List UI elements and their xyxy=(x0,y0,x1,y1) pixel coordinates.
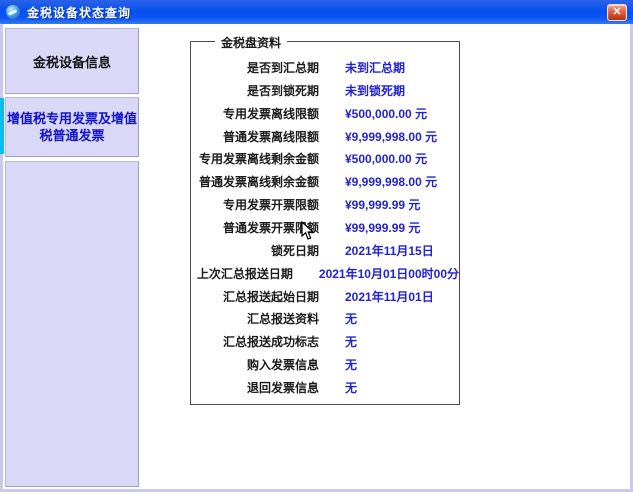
table-row: 专用发票离线限额 ¥500,000.00 元 xyxy=(191,102,459,125)
sidebar-item-device-info[interactable]: 金税设备信息 xyxy=(5,28,139,94)
table-row: 普通发票离线剩余金额 ¥9,999,998.00 元 xyxy=(191,170,459,193)
field-label: 普通发票离线限额 xyxy=(191,128,319,145)
sidebar-item-label: 增值税专用发票及增值税普通发票 xyxy=(7,110,137,144)
field-label: 专用发票开票限额 xyxy=(191,196,319,213)
field-value: 未到汇总期 xyxy=(345,59,405,76)
table-row: 汇总报送成功标志 无 xyxy=(191,330,459,353)
table-row: 退回发票信息 无 xyxy=(191,376,459,399)
field-label: 锁死日期 xyxy=(191,242,319,259)
table-row: 汇总报送资料 无 xyxy=(191,307,459,330)
field-label: 是否到汇总期 xyxy=(191,59,319,76)
field-value: ¥500,000.00 元 xyxy=(345,105,427,122)
field-value: 无 xyxy=(345,333,357,350)
selected-item-indicator xyxy=(0,98,4,154)
field-value: 未到锁死期 xyxy=(345,82,405,99)
field-label: 退回发票信息 xyxy=(191,379,319,396)
table-row: 是否到汇总期 未到汇总期 xyxy=(191,56,459,79)
dialog-window: 金税设备状态查询 ✕ 金税设备信息 增值税专用发票及增值税普通发票 金税盘资料 … xyxy=(0,0,633,492)
field-value: ¥99,999.99 元 xyxy=(345,196,420,213)
table-row: 上次汇总报送日期 2021年10月01日00时00分 xyxy=(191,262,459,285)
table-row: 汇总报送起始日期 2021年11月01日 xyxy=(191,285,459,308)
table-row: 专用发票开票限额 ¥99,999.99 元 xyxy=(191,193,459,216)
field-label: 专用发票离线剩余金额 xyxy=(191,150,319,167)
table-row: 普通发票开票限额 ¥99,999.99 元 xyxy=(191,216,459,239)
sidebar-item-vat-invoices[interactable]: 增值税专用发票及增值税普通发票 xyxy=(5,97,139,157)
close-icon: ✕ xyxy=(612,6,621,18)
close-button[interactable]: ✕ xyxy=(607,4,627,21)
field-value: ¥9,999,998.00 元 xyxy=(345,128,437,145)
field-value: ¥500,000.00 元 xyxy=(345,150,427,167)
field-value: 无 xyxy=(345,310,357,327)
window-border-left xyxy=(0,24,3,492)
field-label: 普通发票开票限额 xyxy=(191,219,319,236)
field-label: 专用发票离线限额 xyxy=(191,105,319,122)
field-label: 购入发票信息 xyxy=(191,356,319,373)
table-row: 锁死日期 2021年11月15日 xyxy=(191,239,459,262)
field-value: 2021年11月01日 xyxy=(345,288,434,305)
field-value: 无 xyxy=(345,356,357,373)
title-bar[interactable]: 金税设备状态查询 ✕ xyxy=(0,0,633,24)
sidebar-panel xyxy=(5,161,139,487)
window-title: 金税设备状态查询 xyxy=(27,4,131,21)
table-row: 专用发票离线剩余金额 ¥500,000.00 元 xyxy=(191,147,459,170)
table-row: 购入发票信息 无 xyxy=(191,353,459,376)
field-label: 汇总报送起始日期 xyxy=(191,288,319,305)
groupbox-legend: 金税盘资料 xyxy=(215,34,287,51)
field-value: ¥99,999.99 元 xyxy=(345,219,420,236)
field-label: 是否到锁死期 xyxy=(191,82,319,99)
status-table: 是否到汇总期 未到汇总期 是否到锁死期 未到锁死期 专用发票离线限额 ¥500,… xyxy=(191,56,459,399)
field-label: 上次汇总报送日期 xyxy=(191,265,293,282)
table-row: 普通发票离线限额 ¥9,999,998.00 元 xyxy=(191,125,459,148)
field-value: 2021年10月01日00时00分 xyxy=(319,265,459,282)
table-row: 是否到锁死期 未到锁死期 xyxy=(191,79,459,102)
field-value: ¥9,999,998.00 元 xyxy=(345,173,437,190)
field-label: 汇总报送资料 xyxy=(191,310,319,327)
sidebar-item-label: 金税设备信息 xyxy=(33,52,111,71)
field-value: 无 xyxy=(345,379,357,396)
field-label: 普通发票离线剩余金额 xyxy=(191,173,319,190)
mouse-cursor-icon xyxy=(301,221,315,246)
field-value: 2021年11月15日 xyxy=(345,242,434,259)
app-icon xyxy=(6,5,20,19)
field-label: 汇总报送成功标志 xyxy=(191,333,319,350)
